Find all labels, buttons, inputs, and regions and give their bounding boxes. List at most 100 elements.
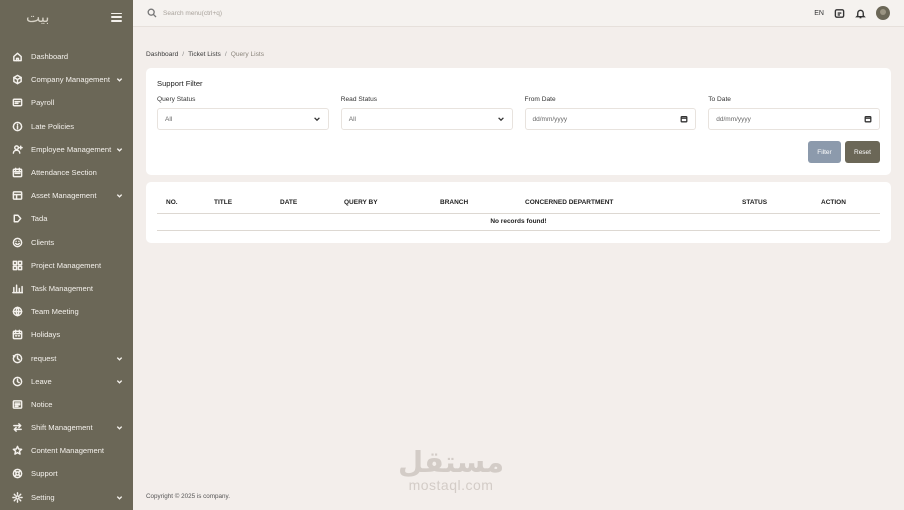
column-no: NO.	[157, 193, 210, 214]
support-filter-card: Support Filter Query Status All Read Sta…	[146, 68, 891, 175]
sidebar-item-employee-management[interactable]: Employee Management	[0, 138, 133, 161]
sidebar: بيت Dashboard Company Management Payroll La…	[0, 0, 133, 510]
to-date-label: To Date	[708, 96, 731, 103]
filter-actions: Filter Reset	[808, 141, 880, 163]
breadcrumb-dashboard[interactable]: Dashboard	[146, 51, 178, 58]
sidebar-item-notice[interactable]: Notice	[0, 393, 133, 416]
calendar-icon[interactable]	[680, 115, 688, 123]
sidebar-header: بيت	[0, 0, 133, 34]
sidebar-item-payroll[interactable]: Payroll	[0, 91, 133, 114]
sidebar-item-label: Asset Management	[31, 191, 97, 201]
clock-icon	[12, 376, 23, 387]
query-status-select[interactable]: All	[157, 108, 329, 130]
language-switcher[interactable]: EN	[814, 10, 824, 17]
payroll-icon	[12, 97, 23, 108]
sidebar-item-team-meeting[interactable]: Team Meeting	[0, 300, 133, 323]
watermark-latin: mostaql.com	[408, 477, 494, 493]
sidebar-item-label: Content Management	[31, 446, 105, 456]
breadcrumb-current: Query Lists	[230, 51, 265, 58]
sidebar-item-project-management[interactable]: Project Management	[0, 254, 133, 277]
breadcrumb-ticket-lists[interactable]: Ticket Lists	[188, 51, 221, 58]
sidebar-item-asset-management[interactable]: Asset Management	[0, 184, 133, 207]
home-icon	[12, 51, 23, 62]
sidebar-item-label: Notice	[31, 399, 53, 409]
read-status-select[interactable]: All	[340, 108, 513, 130]
chevron-down-icon	[116, 494, 123, 501]
watermark-arabic: مستقل	[398, 445, 505, 479]
notice-icon	[12, 399, 23, 410]
app-logo[interactable]: بيت	[26, 8, 49, 26]
sidebar-item-attendance-section[interactable]: Attendance Section	[0, 161, 133, 184]
sidebar-item-label: Shift Management	[31, 423, 93, 433]
reset-button[interactable]: Reset	[845, 141, 880, 163]
chevron-down-icon	[313, 117, 320, 122]
sidebar-item-label: Tada	[31, 214, 48, 224]
notification-bell-icon[interactable]	[855, 8, 866, 19]
footer-copyright: Copyright © 2025 is company.	[146, 493, 230, 500]
query-status-value: All	[165, 115, 173, 123]
sidebar-item-support[interactable]: Support	[0, 462, 133, 485]
chevron-down-icon	[116, 378, 123, 385]
sidebar-item-label: Project Management	[31, 260, 102, 270]
sidebar-item-leave[interactable]: Leave	[0, 370, 133, 393]
calendar-icon[interactable]	[864, 115, 872, 123]
query-list-table: NO. TITLE DATE QUERY BY BRANCH CONCERNED…	[157, 193, 880, 231]
header-actions: EN	[814, 6, 890, 20]
sidebar-item-label: Leave	[31, 376, 52, 386]
support-icon	[12, 468, 23, 479]
swap-icon	[12, 422, 23, 433]
messages-icon[interactable]	[834, 8, 845, 19]
sidebar-item-task-management[interactable]: Task Management	[0, 277, 133, 300]
sidebar-item-clients[interactable]: Clients	[0, 231, 133, 254]
search-input[interactable]	[163, 9, 363, 17]
sidebar-item-label: Late Policies	[31, 121, 75, 131]
query-status-label: Query Status	[157, 96, 196, 103]
read-status-label: Read Status	[340, 96, 378, 103]
search-icon	[147, 8, 157, 18]
chevron-down-icon	[116, 76, 123, 83]
chart-icon	[12, 283, 23, 294]
globe-icon	[12, 306, 23, 317]
sidebar-item-late-policies[interactable]: Late Policies	[0, 115, 133, 138]
from-date-input[interactable]: dd/mm/yyyy	[524, 108, 697, 130]
sidebar-item-content-management[interactable]: Content Management	[0, 439, 133, 462]
sidebar-item-tada[interactable]: Tada	[0, 207, 133, 230]
sidebar-item-label: Company Management	[31, 75, 110, 85]
calendar-icon	[12, 167, 23, 178]
sidebar-item-label: Attendance Section	[31, 168, 97, 178]
chevron-down-icon	[116, 424, 123, 431]
sidebar-item-label: Dashboard	[31, 52, 69, 62]
info-icon	[12, 121, 23, 132]
building-icon	[12, 74, 23, 85]
sidebar-item-label: Task Management	[31, 283, 94, 293]
holiday-icon	[12, 329, 23, 340]
table-row: No records found!	[157, 213, 880, 231]
table-header-row: NO. TITLE DATE QUERY BY BRANCH CONCERNED…	[157, 193, 880, 214]
read-status-group: Read Status All	[340, 96, 513, 130]
filter-title: Support Filter	[157, 79, 203, 88]
sidebar-item-label: Setting	[31, 492, 55, 502]
sidebar-item-label: Clients	[31, 237, 55, 247]
breadcrumb-separator: /	[182, 51, 185, 58]
sidebar-item-holidays[interactable]: Holidays	[0, 323, 133, 346]
sidebar-item-company-management[interactable]: Company Management	[0, 68, 133, 91]
user-avatar[interactable]	[876, 6, 890, 20]
column-title: TITLE	[210, 193, 276, 214]
to-date-input[interactable]: dd/mm/yyyy	[708, 108, 880, 130]
sidebar-item-shift-management[interactable]: Shift Management	[0, 416, 133, 439]
column-branch: BRANCH	[436, 193, 521, 214]
menu-toggle-icon[interactable]	[111, 12, 122, 22]
sidebar-item-label: Holidays	[31, 330, 61, 340]
filter-button[interactable]: Filter	[808, 141, 841, 163]
chevron-down-icon	[497, 117, 504, 122]
search-bar	[147, 8, 814, 18]
sidebar-item-label: Support	[31, 469, 58, 479]
query-list-card: NO. TITLE DATE QUERY BY BRANCH CONCERNED…	[146, 182, 891, 243]
sidebar-item-dashboard[interactable]: Dashboard	[0, 45, 133, 68]
column-status: STATUS	[738, 193, 817, 214]
chevron-down-icon	[116, 355, 123, 362]
sidebar-item-request[interactable]: request	[0, 346, 133, 369]
sidebar-item-label: Team Meeting	[31, 307, 79, 317]
sidebar-item-setting[interactable]: Setting	[0, 486, 133, 509]
tag-icon	[12, 213, 23, 224]
